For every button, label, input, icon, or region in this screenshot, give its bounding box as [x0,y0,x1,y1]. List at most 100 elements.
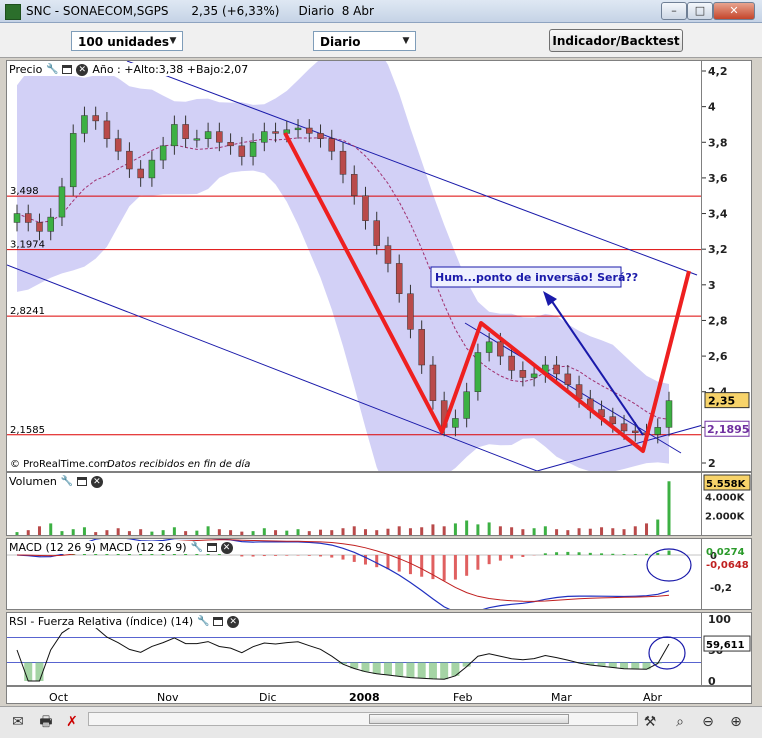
volume-bar [353,526,356,535]
volume-bar [521,529,524,535]
period-select[interactable]: Diario ▼ [313,31,416,51]
scrollbar-thumb[interactable] [369,714,569,724]
volume-bar [60,531,63,535]
volume-bar [465,521,468,536]
annotation-arrowhead [543,291,557,306]
candle-body [93,116,99,121]
candle-body [261,132,267,143]
candle-body [486,342,492,353]
volume-bar [16,532,19,535]
candle-body [216,132,222,143]
zoom-fit-icon[interactable]: ⌕ [670,713,690,731]
volume-bar [645,523,648,535]
price-tick-label: 4,2 [708,65,728,78]
mail-icon[interactable]: ✉ [8,713,28,731]
volume-chart [7,473,702,536]
macd-panel[interactable]: MACD (12 26 9) MACD (12 26 9) 🔧 ✕ [6,538,702,610]
candle-body [464,392,470,419]
candle-body [205,132,211,139]
candle-body [250,142,256,156]
macd-histogram-bar [263,555,266,556]
volume-bar [49,523,52,535]
units-select[interactable]: 100 unidades ▼ [71,31,183,51]
macd-histogram-bar [623,554,626,555]
candle-body [115,139,121,151]
period-select-value: Diario [320,35,360,49]
price-panel[interactable]: 3,4983,19742,82412,1585Hum...ponto de in… [6,60,702,472]
macd-histogram-bar [645,554,648,555]
close-icon[interactable]: ✕ [227,616,239,628]
minimize-button[interactable]: – [661,2,687,20]
print-icon[interactable]: 🖶 [36,713,56,731]
wrench-icon[interactable]: 🔧 [61,476,73,488]
chart-scrollbar[interactable] [88,712,638,726]
tools-icon[interactable]: ⚒ [640,713,660,731]
volume-bar [240,532,243,535]
volume-bar [330,530,333,535]
candle-body [509,356,515,370]
rsi-oversold-fill [24,662,662,681]
volume-bar [409,528,412,535]
hline-label: 3,1974 [10,240,45,251]
volume-bar [195,531,198,535]
rsi-panel[interactable]: RSI - Fuerza Relativa (índice) (14) 🔧 ✕ [6,612,702,686]
candle-body [419,329,425,365]
disconnect-icon[interactable]: ✗ [62,713,82,731]
price-tick-label: 3,2 [708,243,728,256]
volume-bar [668,481,671,535]
volume-last-label: 5.558K [706,479,747,490]
hline-label: 2,1585 [10,425,45,436]
maximize-button[interactable]: □ [687,2,713,20]
wrench-icon[interactable]: 🔧 [191,542,203,554]
macd-histogram-bar [240,555,243,556]
zoom-in-icon[interactable]: ⊕ [726,713,746,731]
volume-bar [297,529,300,535]
macd-histogram-bar [297,555,300,556]
rsi-line [17,624,669,681]
macd-axis: 0-0,20,0274-0,0648 [702,538,752,610]
macd-histogram-bar [285,555,288,556]
x-axis-label: Mar [551,691,572,704]
macd-histogram-bar [634,554,637,555]
window-icon[interactable] [213,617,223,626]
volume-bar [589,529,592,535]
wrench-icon[interactable]: 🔧 [197,616,209,628]
macd-histogram-bar [342,555,345,560]
candle-body [430,365,436,401]
volume-bar [162,530,165,535]
rsi-axis: 10050059,611 [702,612,752,686]
window-icon[interactable] [77,477,87,486]
window-icon[interactable] [62,65,72,74]
candle-body [14,214,20,223]
candle-body [520,370,526,377]
candle-body [126,151,132,169]
rsi-highlight-circle [649,637,685,669]
volume-panel-title: Volumen [9,475,57,488]
zoom-out-icon[interactable]: ⊖ [698,713,718,731]
macd-histogram-bar [668,551,671,555]
volume-bar [38,526,41,535]
close-icon[interactable]: ✕ [76,64,88,76]
close-button[interactable]: ✕ [713,2,755,20]
wrench-icon[interactable]: 🔧 [46,64,58,76]
volume-panel[interactable]: Volumen 🔧 ✕ [6,472,702,536]
volume-bar [229,530,232,535]
close-icon[interactable]: ✕ [221,542,233,554]
volume-bar [117,528,120,535]
price-tick-label: 2,8 [708,314,728,327]
macd-histogram-bar [521,555,524,557]
close-icon[interactable]: ✕ [91,476,103,488]
macd-histogram-bar [409,555,412,574]
volume-bar [274,530,277,535]
window-icon[interactable] [207,543,217,552]
volume-bar [27,530,30,535]
volume-bar [611,528,614,535]
x-axis-label: Abr [643,691,663,704]
price-tick-label: 2 [708,457,716,470]
candle-body [407,294,413,330]
app-icon [5,4,21,20]
indicator-backtest-button[interactable]: Indicador/Backtest [549,29,683,52]
x-axis-label: 2008 [349,691,380,704]
volume-bar [364,529,367,535]
volume-bar [252,531,255,535]
